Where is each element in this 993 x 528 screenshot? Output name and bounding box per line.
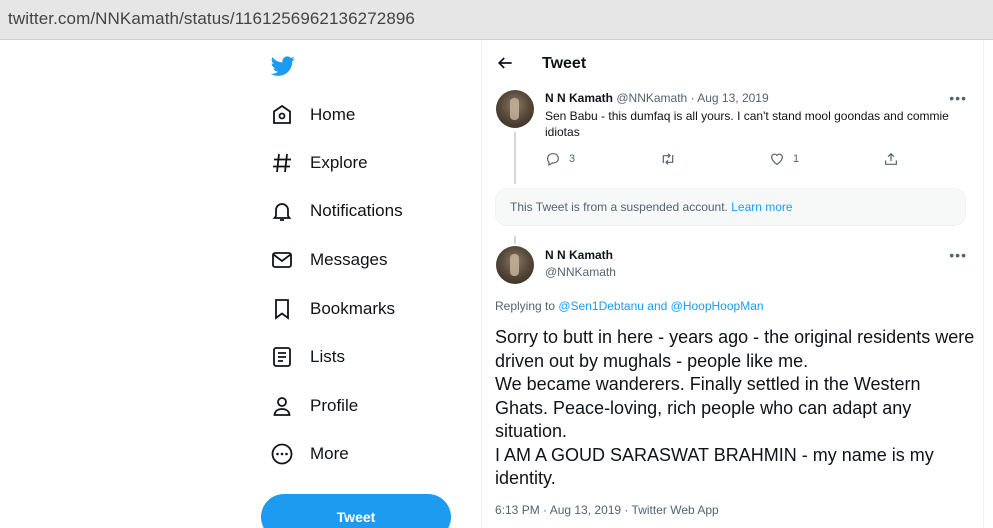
tweet-text: Sen Babu - this dumfaq is all yours. I c… [545, 109, 949, 139]
retweet-icon [662, 153, 674, 165]
more-circle-icon [271, 443, 293, 465]
list-icon [273, 347, 291, 367]
share-button[interactable] [883, 151, 899, 167]
replying-to: Replying to @Sen1Debtanu and @HoopHoopMa… [495, 299, 764, 313]
thread-line [514, 132, 516, 184]
thread-line [514, 236, 516, 244]
avatar[interactable] [496, 90, 534, 128]
tweet-button[interactable]: Tweet [261, 494, 451, 528]
retweet-button[interactable] [660, 151, 684, 167]
bookmark-icon [275, 299, 289, 320]
share-icon [885, 152, 897, 165]
nav-label: Bookmarks [310, 299, 396, 318]
nav-label: Notifications [310, 201, 403, 220]
nav-item-bookmarks[interactable]: Bookmarks [270, 292, 395, 326]
nav-item-notifications[interactable]: Notifications [270, 194, 403, 228]
nav-item-messages[interactable]: Messages [270, 243, 387, 277]
tweet-author-line: N N Kamath @NNKamath · Aug 13, 2019 [545, 91, 769, 105]
nav-item-lists[interactable]: Lists [270, 340, 345, 374]
suspended-notice: This Tweet is from a suspended account. … [495, 188, 966, 226]
tweet-line: We became wanderers. Finally settled in … [495, 374, 921, 441]
author-handle[interactable]: @NNKamath [545, 265, 616, 279]
tweet-actions: 3 1 [545, 151, 905, 169]
nav-item-home[interactable]: Home [270, 98, 355, 132]
more-options-icon[interactable]: ••• [949, 90, 967, 106]
author-handle[interactable]: @NNKamath [616, 91, 687, 105]
author-name[interactable]: N N Kamath [545, 91, 613, 105]
twitter-bird-icon[interactable] [270, 54, 296, 78]
suspended-text: This Tweet is from a suspended account. [510, 200, 732, 214]
sidebar-nav: Home Explore Notifications Messages Book… [258, 40, 480, 528]
nav-item-explore[interactable]: Explore [270, 146, 368, 180]
learn-more-link[interactable]: Learn more [731, 200, 792, 214]
address-bar[interactable]: twitter.com/NNKamath/status/116125696213… [0, 0, 993, 40]
bell-icon [272, 203, 292, 221]
more-options-icon[interactable]: ••• [949, 247, 967, 263]
person-icon [273, 397, 291, 416]
nav-item-more[interactable]: More [270, 437, 349, 471]
nav-label: Profile [310, 396, 359, 415]
tweet-line: Sorry to butt in here - years ago - the … [495, 327, 975, 371]
nav-label: Messages [310, 250, 388, 269]
url-text[interactable]: twitter.com/NNKamath/status/116125696213… [8, 9, 415, 29]
nav-label: Home [310, 105, 356, 124]
replying-to-links[interactable]: @Sen1Debtanu and @HoopHoopMan [558, 299, 763, 313]
nav-label: Lists [310, 347, 345, 366]
envelope-icon [272, 252, 292, 268]
reply-button[interactable]: 3 [545, 151, 575, 167]
tweet-date[interactable]: · Aug 13, 2019 [691, 91, 769, 105]
avatar[interactable] [496, 246, 534, 284]
page-title: Tweet [542, 55, 587, 72]
reply-count: 3 [569, 153, 576, 165]
home-icon [273, 104, 291, 124]
hashtag-icon [273, 153, 291, 173]
page-header: Tweet [482, 40, 983, 88]
reply-icon [547, 153, 559, 167]
tweet-line: I AM A GOUD SARASWAT BRAHMIN - my name i… [495, 444, 934, 489]
like-button[interactable]: 1 [769, 151, 799, 167]
nav-label: Explore [310, 153, 368, 172]
tweet-timestamp[interactable]: 6:13 PM · Aug 13, 2019 · Twitter Web App [495, 503, 719, 517]
author-name[interactable]: N N Kamath [545, 248, 613, 262]
tweet-detail-column: Tweet N N Kamath @NNKamath · Aug 13, 201… [482, 40, 983, 528]
replying-prefix: Replying to [495, 299, 559, 313]
nav-item-profile[interactable]: Profile [270, 389, 358, 423]
like-count: 1 [793, 153, 800, 165]
column-divider-right [983, 40, 984, 528]
heart-icon [771, 153, 783, 166]
back-arrow-icon[interactable] [495, 53, 515, 73]
tweet-text: Sorry to butt in here - years ago - the … [495, 326, 975, 491]
nav-label: More [310, 444, 349, 463]
